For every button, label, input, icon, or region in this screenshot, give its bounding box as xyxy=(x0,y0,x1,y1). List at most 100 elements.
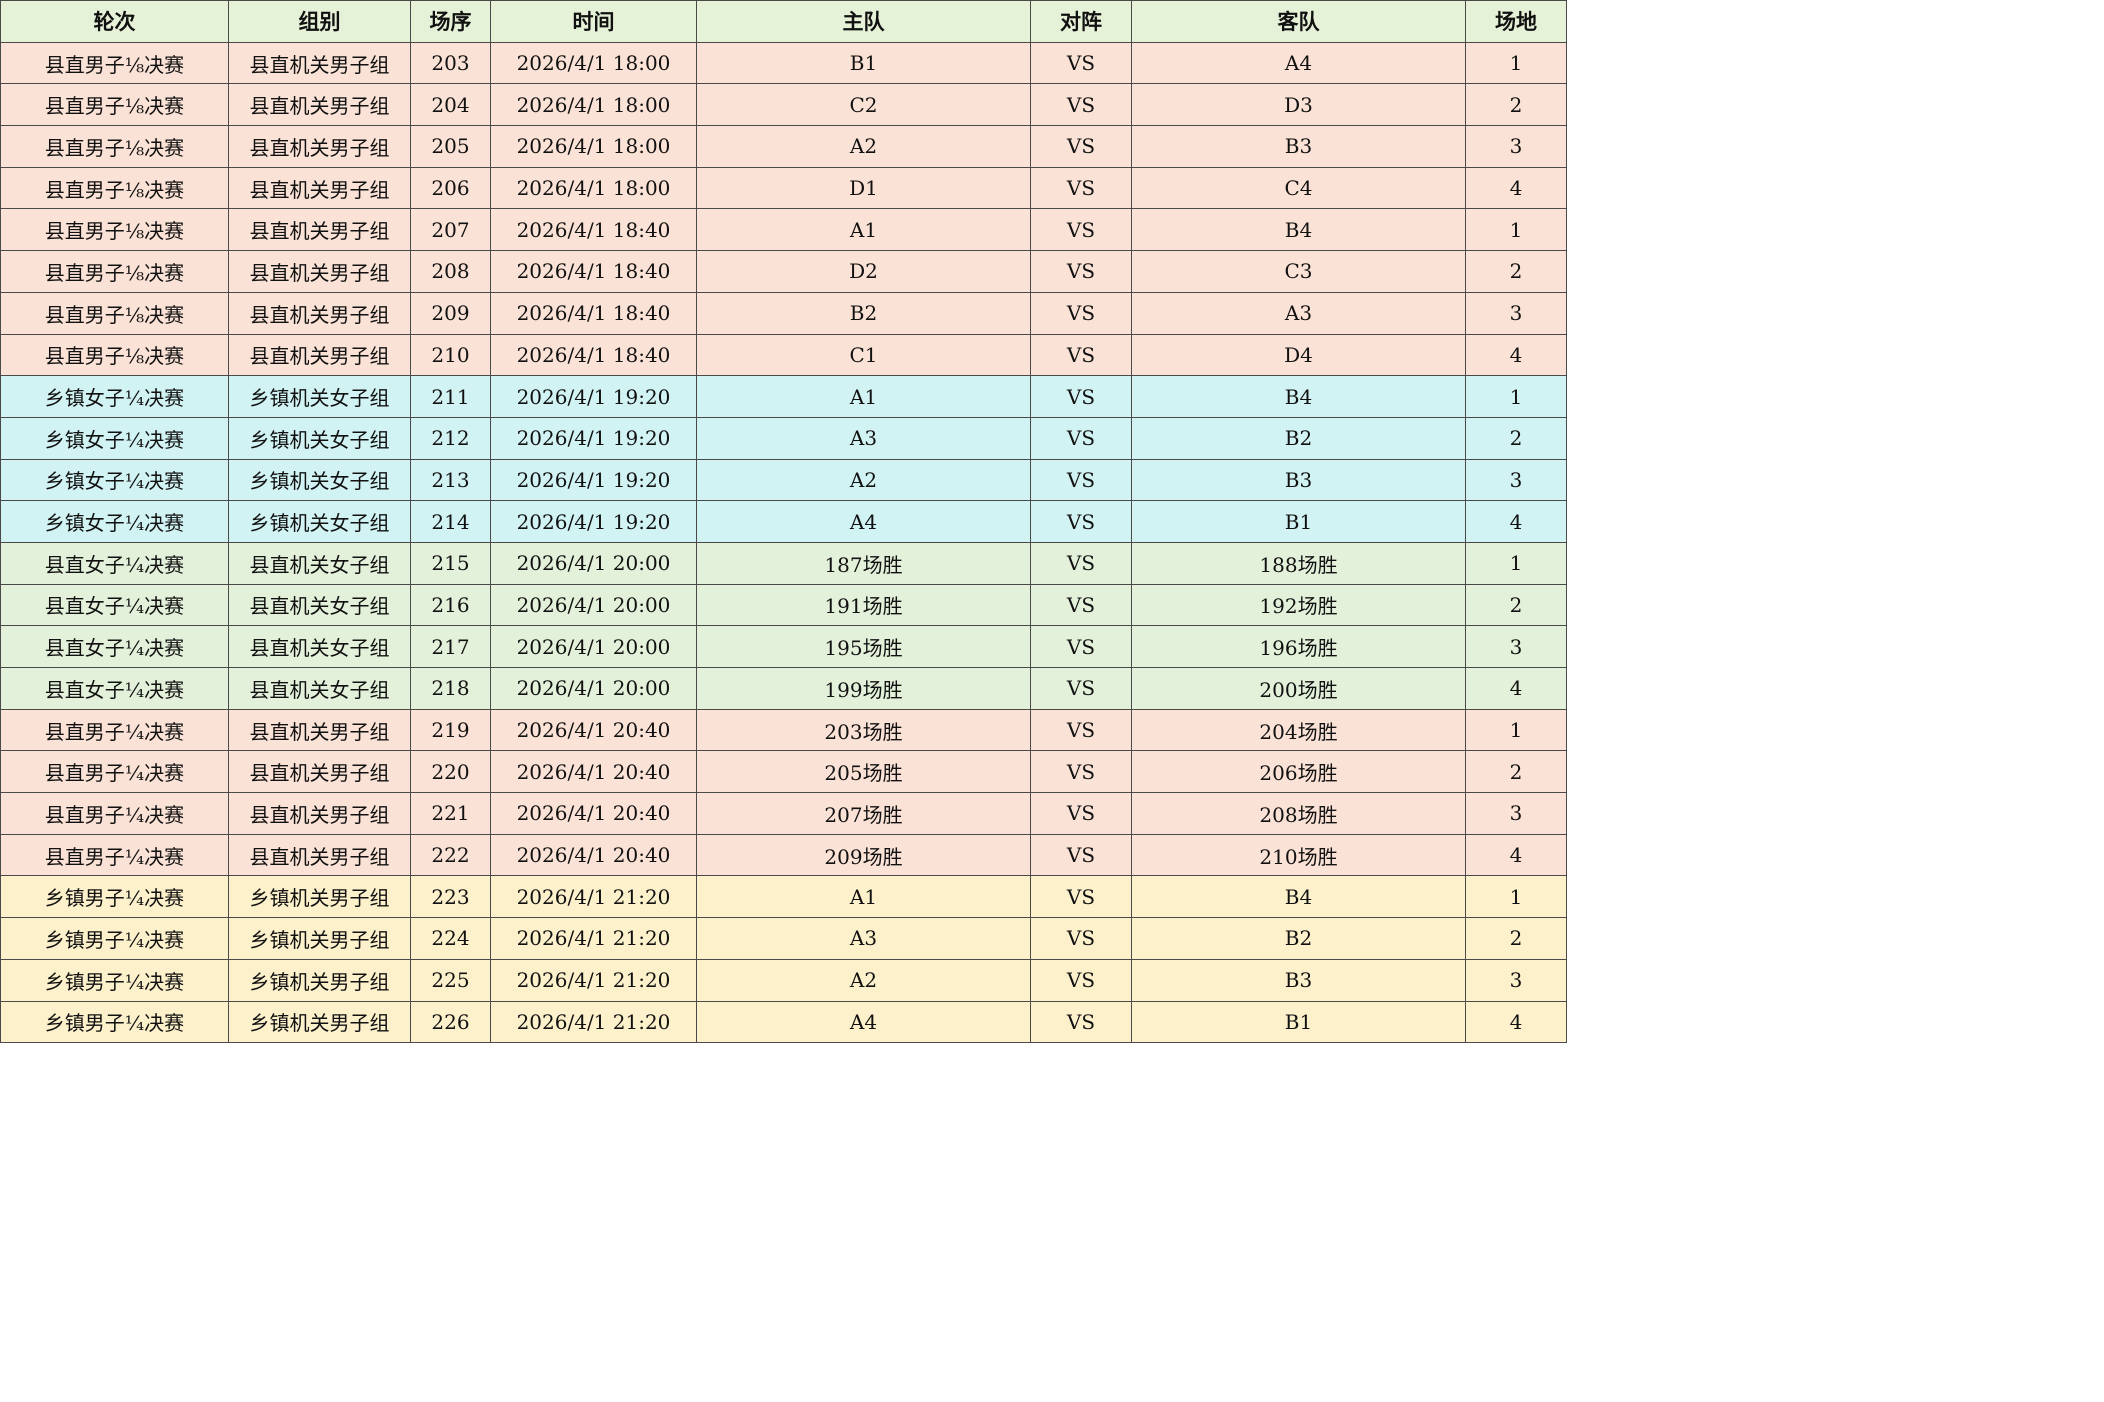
match-no-cell: 208 xyxy=(410,250,491,293)
time-cell: 2026/4/1 21:20 xyxy=(490,917,697,960)
match-no-cell: 218 xyxy=(410,667,491,710)
table-row: 乡镇男子¼决赛 乡镇机关男子组 223 2026/4/1 21:20 A1 VS B4 1 xyxy=(0,875,1567,919)
round-cell: 乡镇女子¼决赛 xyxy=(0,375,229,418)
home-team-cell: 203场胜 xyxy=(696,708,1031,752)
schedule-table: 轮次 组别 场序 时间 主队 对阵 客队 场地 县直男子⅛决赛 县直机关男子组 20… xyxy=(0,0,1567,1044)
venue-cell: 1 xyxy=(1465,708,1567,752)
time-cell: 2026/4/1 18:40 xyxy=(490,250,697,293)
time-cell: 2026/4/1 18:40 xyxy=(490,291,697,335)
table-row: 县直男子⅛决赛 县直机关男子组 207 2026/4/1 18:40 A1 VS B4 1 xyxy=(0,208,1567,252)
match-no-cell: 203 xyxy=(410,41,491,85)
match-no-cell: 213 xyxy=(410,458,491,502)
round-cell: 县直女子¼决赛 xyxy=(0,625,229,668)
versus-cell: VS xyxy=(1030,500,1132,543)
group-cell: 县直机关男子组 xyxy=(228,708,411,752)
venue-cell: 2 xyxy=(1465,250,1567,293)
away-team-cell: 206场胜 xyxy=(1131,750,1466,794)
round-cell: 县直女子¼决赛 xyxy=(0,583,229,627)
time-cell: 2026/4/1 18:40 xyxy=(490,333,697,377)
table-row: 乡镇女子¼决赛 乡镇机关女子组 211 2026/4/1 19:20 A1 VS B4 1 xyxy=(0,375,1567,418)
round-cell: 乡镇男子¼决赛 xyxy=(0,1000,229,1044)
time-cell: 2026/4/1 19:20 xyxy=(490,416,697,460)
group-cell: 乡镇机关女子组 xyxy=(228,416,411,460)
group-cell: 乡镇机关女子组 xyxy=(228,458,411,502)
match-no-cell: 214 xyxy=(410,500,491,543)
round-cell: 县直男子⅛决赛 xyxy=(0,208,229,252)
venue-cell: 2 xyxy=(1465,917,1567,960)
table-row: 县直男子¼决赛 县直机关男子组 219 2026/4/1 20:40 203场胜 VS 20… xyxy=(0,708,1567,752)
home-team-cell: 195场胜 xyxy=(696,625,1031,668)
venue-cell: 2 xyxy=(1465,83,1567,127)
home-team-cell: A3 xyxy=(696,917,1031,960)
venue-cell: 1 xyxy=(1465,375,1567,418)
table-row: 县直女子¼决赛 县直机关女子组 216 2026/4/1 20:00 191场胜 VS 19… xyxy=(0,583,1567,627)
match-no-cell: 210 xyxy=(410,333,491,377)
time-cell: 2026/4/1 18:00 xyxy=(490,83,697,127)
group-cell: 乡镇机关男子组 xyxy=(228,1000,411,1044)
versus-cell: VS xyxy=(1030,708,1132,752)
round-cell: 县直男子⅛决赛 xyxy=(0,83,229,127)
home-team-cell: B1 xyxy=(696,41,1031,85)
group-cell: 县直机关男子组 xyxy=(228,250,411,293)
match-no-cell: 219 xyxy=(410,708,491,752)
round-cell: 乡镇女子¼决赛 xyxy=(0,500,229,543)
group-cell: 乡镇机关男子组 xyxy=(228,875,411,919)
round-cell: 县直男子⅛决赛 xyxy=(0,125,229,168)
header-match-no: 场序 xyxy=(410,0,491,43)
schedule-body: 县直男子⅛决赛 县直机关男子组 203 2026/4/1 18:00 B1 VS A4 1 县直… xyxy=(0,41,1567,1044)
venue-cell: 4 xyxy=(1465,833,1567,877)
group-cell: 县直机关男子组 xyxy=(228,333,411,377)
away-team-cell: B1 xyxy=(1131,500,1466,543)
home-team-cell: A2 xyxy=(696,958,1031,1002)
away-team-cell: B3 xyxy=(1131,125,1466,168)
home-team-cell: A4 xyxy=(696,500,1031,543)
table-row: 县直男子⅛决赛 县直机关男子组 206 2026/4/1 18:00 D1 VS C4 4 xyxy=(0,166,1567,210)
venue-cell: 2 xyxy=(1465,583,1567,627)
table-row: 乡镇男子¼决赛 乡镇机关男子组 225 2026/4/1 21:20 A2 VS B3 3 xyxy=(0,958,1567,1002)
versus-cell: VS xyxy=(1030,541,1132,585)
time-cell: 2026/4/1 18:00 xyxy=(490,166,697,210)
away-team-cell: A3 xyxy=(1131,291,1466,335)
away-team-cell: B2 xyxy=(1131,416,1466,460)
header-home-team: 主队 xyxy=(696,0,1031,43)
time-cell: 2026/4/1 19:20 xyxy=(490,500,697,543)
header-group: 组别 xyxy=(228,0,411,43)
table-row: 乡镇女子¼决赛 乡镇机关女子组 213 2026/4/1 19:20 A2 VS B3 3 xyxy=(0,458,1567,502)
versus-cell: VS xyxy=(1030,125,1132,168)
home-team-cell: A3 xyxy=(696,416,1031,460)
venue-cell: 4 xyxy=(1465,667,1567,710)
home-team-cell: C1 xyxy=(696,333,1031,377)
table-row: 县直女子¼决赛 县直机关女子组 218 2026/4/1 20:00 199场胜 VS 20… xyxy=(0,667,1567,710)
away-team-cell: D4 xyxy=(1131,333,1466,377)
table-row: 县直男子⅛决赛 县直机关男子组 203 2026/4/1 18:00 B1 VS A4 1 xyxy=(0,41,1567,85)
table-row: 县直男子⅛决赛 县直机关男子组 204 2026/4/1 18:00 C2 VS D3 2 xyxy=(0,83,1567,127)
time-cell: 2026/4/1 20:00 xyxy=(490,541,697,585)
match-no-cell: 217 xyxy=(410,625,491,668)
time-cell: 2026/4/1 18:00 xyxy=(490,41,697,85)
match-no-cell: 216 xyxy=(410,583,491,627)
match-no-cell: 220 xyxy=(410,750,491,794)
time-cell: 2026/4/1 20:40 xyxy=(490,833,697,877)
home-team-cell: C2 xyxy=(696,83,1031,127)
versus-cell: VS xyxy=(1030,792,1132,835)
versus-cell: VS xyxy=(1030,583,1132,627)
home-team-cell: A2 xyxy=(696,458,1031,502)
home-team-cell: A1 xyxy=(696,875,1031,919)
versus-cell: VS xyxy=(1030,833,1132,877)
home-team-cell: 187场胜 xyxy=(696,541,1031,585)
group-cell: 县直机关男子组 xyxy=(228,41,411,85)
away-team-cell: 204场胜 xyxy=(1131,708,1466,752)
table-row: 县直女子¼决赛 县直机关女子组 215 2026/4/1 20:00 187场胜 VS 18… xyxy=(0,541,1567,585)
venue-cell: 2 xyxy=(1465,416,1567,460)
header-away-team: 客队 xyxy=(1131,0,1466,43)
venue-cell: 1 xyxy=(1465,875,1567,919)
venue-cell: 3 xyxy=(1465,291,1567,335)
versus-cell: VS xyxy=(1030,917,1132,960)
home-team-cell: 207场胜 xyxy=(696,792,1031,835)
group-cell: 县直机关男子组 xyxy=(228,833,411,877)
versus-cell: VS xyxy=(1030,208,1132,252)
group-cell: 县直机关男子组 xyxy=(228,166,411,210)
away-team-cell: B2 xyxy=(1131,917,1466,960)
time-cell: 2026/4/1 20:40 xyxy=(490,792,697,835)
versus-cell: VS xyxy=(1030,875,1132,919)
